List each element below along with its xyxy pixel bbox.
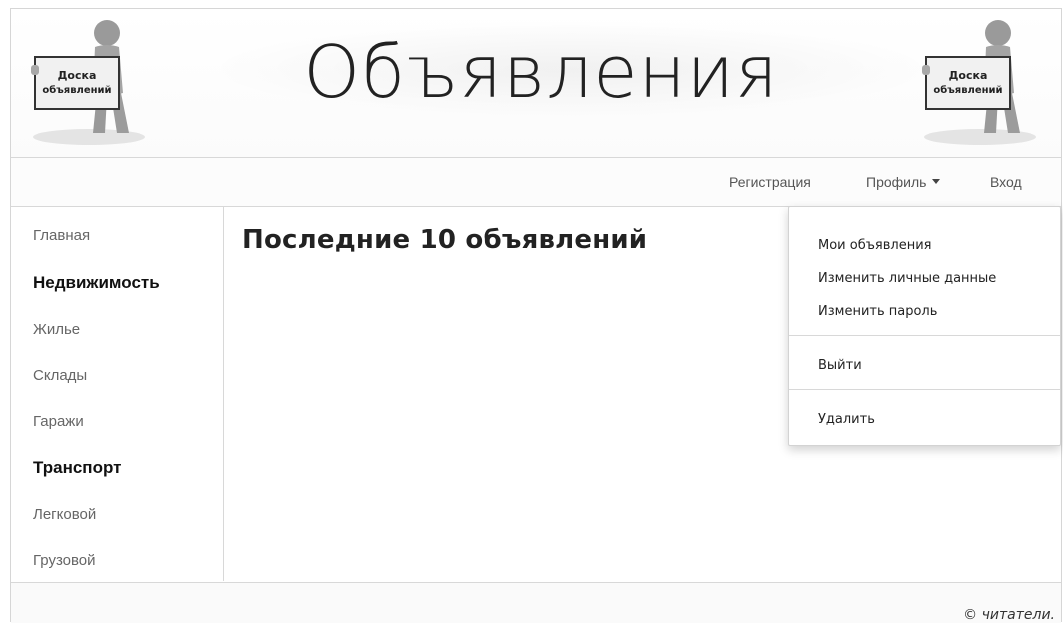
page-frame: Доска объявлений Объявления Доска объявл… <box>10 8 1062 623</box>
mascot-logo-right: Доска объявлений <box>922 20 1036 145</box>
sidebar: Главная Недвижимость Жилье Склады Гаражи… <box>11 207 224 581</box>
profile-dropdown-menu: Мои объявления Изменить личные данные Из… <box>788 206 1061 446</box>
sidebar-item-warehouses[interactable]: Склады <box>33 367 87 384</box>
site-title: Объявления <box>303 30 779 114</box>
nav-profile-label: Профиль <box>866 174 927 190</box>
menu-item-my-ads[interactable]: Мои объявления <box>818 238 931 253</box>
sidebar-item-trucks[interactable]: Грузовой <box>33 552 96 569</box>
menu-divider <box>789 389 1060 390</box>
sidebar-category-realty[interactable]: Недвижимость <box>33 273 160 293</box>
menu-item-delete[interactable]: Удалить <box>818 412 875 427</box>
nav-login-link[interactable]: Вход <box>990 174 1022 190</box>
nav-profile-dropdown[interactable]: Профиль <box>866 174 941 190</box>
caret-down-icon <box>932 178 941 184</box>
page-title: Последние 10 объявлений <box>242 225 648 255</box>
menu-divider <box>789 335 1060 336</box>
menu-item-edit-profile[interactable]: Изменить личные данные <box>818 271 996 286</box>
mascot-sign-line2: объявлений <box>42 84 111 96</box>
sidebar-category-transport[interactable]: Транспорт <box>33 458 121 478</box>
sidebar-item-home[interactable]: Главная <box>33 227 90 244</box>
sidebar-item-garages[interactable]: Гаражи <box>33 413 84 430</box>
mascot-sign-line2: объявлений <box>933 84 1002 96</box>
mascot-sign-line1: Доска <box>949 69 988 82</box>
menu-item-change-password[interactable]: Изменить пароль <box>818 304 937 319</box>
site-header: Доска объявлений Объявления Доска объявл… <box>11 9 1061 158</box>
mascot-logo-left: Доска объявлений <box>31 20 145 145</box>
mascot-sign-line1: Доска <box>58 69 97 82</box>
sidebar-item-cars[interactable]: Легковой <box>33 506 96 523</box>
top-navbar: Регистрация Профиль Вход <box>11 158 1061 207</box>
menu-item-logout[interactable]: Выйти <box>818 358 862 373</box>
sidebar-item-housing[interactable]: Жилье <box>33 321 80 338</box>
site-footer: © читатели. <box>11 582 1061 623</box>
nav-register-link[interactable]: Регистрация <box>729 174 811 190</box>
